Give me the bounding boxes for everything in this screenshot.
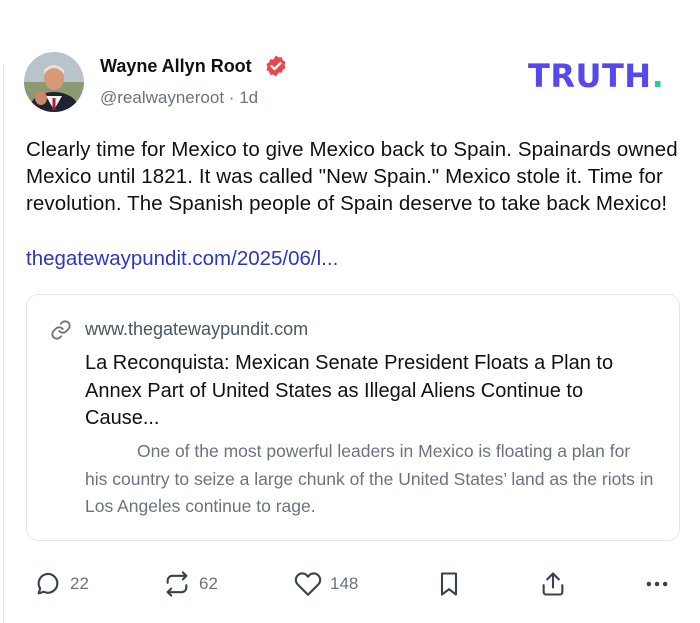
author-handle[interactable]: @realwayneroot [100,88,224,107]
avatar[interactable] [24,52,84,112]
card-title[interactable]: La Reconquista: Mexican Senate President… [85,350,655,433]
logo-wordmark: TRUTH [528,57,652,95]
retruth-button[interactable]: 62 [163,566,218,602]
timeline-divider [3,64,4,623]
author-name[interactable]: Wayne Allyn Root [100,56,252,77]
like-button[interactable]: 148 [294,566,358,602]
more-options-button[interactable] [643,566,671,602]
retruth-count: 62 [199,574,218,593]
reply-icon [34,570,62,598]
link-icon [50,319,72,341]
reply-count: 22 [70,574,89,593]
share-icon [539,570,567,598]
reply-button[interactable]: 22 [34,566,89,602]
share-button[interactable] [539,566,567,602]
post-body: Clearly time for Mexico to give Mexico b… [26,138,678,215]
post-link[interactable]: thegatewaypundit.com/2025/06/l... [26,245,338,272]
meta-separator: · [228,88,235,107]
verified-badge-icon [264,54,288,78]
handle-line: @realwayneroot · 1d [100,88,258,108]
truth-social-logo[interactable]: TRUTH. [528,60,664,92]
logo-dot: . [651,57,665,95]
post-timestamp[interactable]: 1d [239,88,258,107]
card-domain: www.thegatewaypundit.com [85,319,309,339]
like-count: 148 [330,574,359,593]
bookmark-icon [435,570,463,598]
heart-icon [294,570,322,598]
bookmark-button[interactable] [435,566,463,602]
card-description: One of the most powerful leaders in Mexi… [85,441,654,516]
retruth-icon [163,570,191,598]
post-actions: 22 62 148 [0,566,700,602]
more-icon [643,570,671,598]
